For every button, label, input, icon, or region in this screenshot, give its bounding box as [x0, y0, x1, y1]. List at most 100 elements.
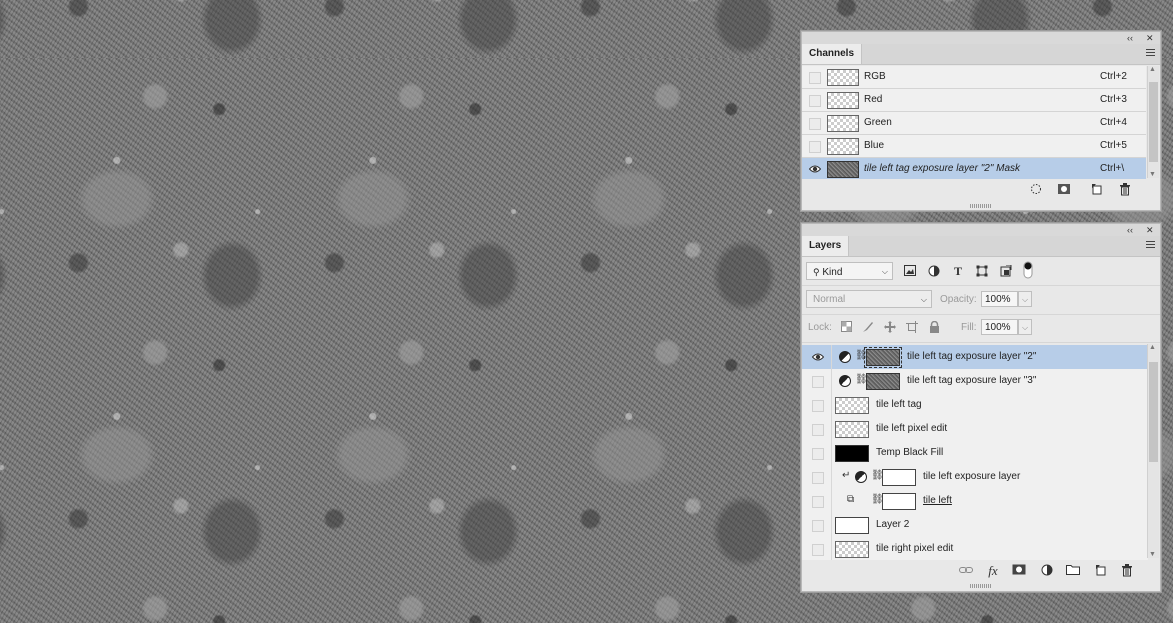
layer-name: tile left tag exposure layer "3": [907, 375, 1037, 386]
lock-transparency-icon[interactable]: [840, 321, 852, 333]
filter-kind-dropdown[interactable]: ⚲ Kind ⌵: [806, 262, 893, 280]
layer-row[interactable]: ⛓ tile left tag exposure layer "3": [802, 369, 1148, 394]
resize-grip[interactable]: [970, 584, 992, 588]
layer-thumbnail[interactable]: [835, 541, 869, 558]
visibility-eye-icon[interactable]: [812, 424, 824, 436]
fx-icon[interactable]: fx: [986, 564, 1000, 578]
layer-name: tile left tag exposure layer "2": [907, 351, 1037, 362]
layer-name: Layer 2: [876, 519, 910, 530]
layer-row[interactable]: tile left pixel edit: [802, 417, 1148, 442]
lock-position-icon[interactable]: [884, 321, 896, 333]
scroll-down-icon[interactable]: ▼: [1149, 551, 1156, 558]
channel-name: Blue: [864, 140, 885, 151]
layer-thumbnail[interactable]: [835, 397, 869, 414]
channel-thumbnail: [827, 92, 859, 109]
scroll-thumb[interactable]: [1149, 362, 1158, 462]
load-selection-icon[interactable]: [1029, 183, 1043, 197]
smart-object-filter-icon[interactable]: [1000, 264, 1012, 277]
layer-thumbnail[interactable]: [882, 493, 916, 510]
visibility-eye-icon[interactable]: [812, 496, 824, 508]
new-channel-icon[interactable]: [1090, 183, 1104, 197]
scroll-down-icon[interactable]: ▼: [1149, 171, 1156, 178]
lock-artboard-icon[interactable]: [906, 321, 918, 333]
visibility-eye-icon[interactable]: [809, 118, 821, 130]
panel-menu-icon[interactable]: [1146, 49, 1155, 58]
visibility-eye-icon[interactable]: [812, 400, 824, 412]
channels-footer: [802, 179, 1160, 201]
layer-thumbnail[interactable]: [835, 517, 869, 534]
adjustment-icon[interactable]: [1040, 564, 1054, 578]
folder-icon[interactable]: [1066, 564, 1080, 578]
opacity-dropdown-icon[interactable]: ⌵: [1018, 291, 1032, 307]
lock-pixels-icon[interactable]: [862, 321, 874, 333]
adjustment-layer-icon: [839, 351, 851, 363]
channel-row[interactable]: RGB Ctrl+2: [802, 66, 1146, 89]
link-icon[interactable]: [959, 564, 973, 578]
layers-footer: fx: [802, 560, 1160, 582]
lock-all-icon[interactable]: [928, 320, 940, 333]
collapse-icon[interactable]: ‹‹: [1127, 224, 1133, 236]
layer-mask-thumbnail[interactable]: [882, 469, 916, 486]
visibility-eye-icon[interactable]: [808, 164, 822, 174]
scroll-up-icon[interactable]: ▲: [1149, 66, 1156, 73]
visibility-eye-icon[interactable]: [811, 352, 825, 362]
save-selection-icon[interactable]: [1057, 183, 1071, 197]
visibility-eye-icon[interactable]: [812, 520, 824, 532]
shape-filter-icon[interactable]: [976, 265, 988, 277]
lock-label: Lock:: [808, 322, 832, 333]
adjustment-filter-icon[interactable]: [928, 265, 940, 277]
close-icon[interactable]: ✕: [1146, 32, 1154, 44]
panel-header: ‹‹ ✕: [802, 32, 1160, 44]
visibility-eye-icon[interactable]: [812, 376, 824, 388]
fill-field[interactable]: 100%: [981, 319, 1018, 335]
layer-row[interactable]: tile right pixel edit: [802, 537, 1148, 562]
layers-scrollbar[interactable]: ▲ ▼: [1147, 344, 1159, 558]
new-layer-icon[interactable]: [1094, 564, 1108, 578]
visibility-eye-icon[interactable]: [812, 544, 824, 556]
layer-row[interactable]: ⧉ ⛓ tile left: [802, 489, 1148, 514]
channel-row[interactable]: Blue Ctrl+5: [802, 135, 1146, 158]
mask-icon[interactable]: [1012, 564, 1026, 578]
panel-menu-icon[interactable]: [1146, 241, 1155, 250]
layer-mask-thumbnail[interactable]: [866, 373, 900, 390]
visibility-eye-icon[interactable]: [809, 95, 821, 107]
collapse-icon[interactable]: ‹‹: [1127, 32, 1133, 44]
type-filter-icon[interactable]: T: [952, 265, 964, 277]
blend-mode-dropdown[interactable]: Normal ⌵: [806, 290, 932, 308]
trash-icon[interactable]: [1120, 564, 1134, 578]
scroll-up-icon[interactable]: ▲: [1149, 344, 1156, 351]
channel-row[interactable]: Green Ctrl+4: [802, 112, 1146, 135]
opacity-field[interactable]: 100%: [981, 291, 1018, 307]
fill-dropdown-icon[interactable]: ⌵: [1018, 319, 1032, 335]
visibility-eye-icon[interactable]: [812, 472, 824, 484]
channels-panel: ‹‹ ✕ Channels RGB Ctrl+2 Red Ctrl+3 Green Ctr…: [801, 31, 1161, 211]
channel-shortcut: Ctrl+2: [1100, 71, 1127, 82]
image-filter-icon[interactable]: [904, 265, 916, 277]
layer-row[interactable]: tile left tag: [802, 393, 1148, 418]
resize-grip[interactable]: [970, 204, 992, 208]
trash-icon[interactable]: [1118, 183, 1132, 197]
close-icon[interactable]: ✕: [1146, 224, 1154, 236]
layer-row[interactable]: ⛓ tile left tag exposure layer "2": [802, 345, 1148, 370]
scroll-thumb[interactable]: [1149, 82, 1158, 162]
channel-row[interactable]: Red Ctrl+3: [802, 89, 1146, 112]
visibility-eye-icon[interactable]: [812, 448, 824, 460]
layer-row[interactable]: Temp Black Fill: [802, 441, 1148, 466]
layer-row[interactable]: ↵ ⛓ tile left exposure layer: [802, 465, 1148, 490]
visibility-eye-icon[interactable]: [809, 141, 821, 153]
filter-toggle-icon[interactable]: [1022, 261, 1034, 279]
channel-thumbnail: [827, 138, 859, 155]
layer-row[interactable]: Layer 2: [802, 513, 1148, 538]
layer-thumbnail[interactable]: [835, 445, 869, 462]
layer-name: tile left exposure layer: [923, 471, 1021, 482]
visibility-eye-icon[interactable]: [809, 72, 821, 84]
layer-thumbnail[interactable]: [835, 421, 869, 438]
layer-mask-thumbnail[interactable]: [864, 347, 902, 368]
channel-name: Red: [864, 94, 883, 105]
tab-channels[interactable]: Channels: [802, 44, 863, 64]
tab-layers[interactable]: Layers: [802, 236, 850, 256]
channel-name: tile left tag exposure layer "2" Mask: [864, 163, 1021, 174]
channel-row[interactable]: tile left tag exposure layer "2" Mask Ctr…: [802, 158, 1146, 181]
layer-name: tile right pixel edit: [876, 543, 954, 554]
channels-scrollbar[interactable]: ▲ ▼: [1147, 66, 1159, 178]
